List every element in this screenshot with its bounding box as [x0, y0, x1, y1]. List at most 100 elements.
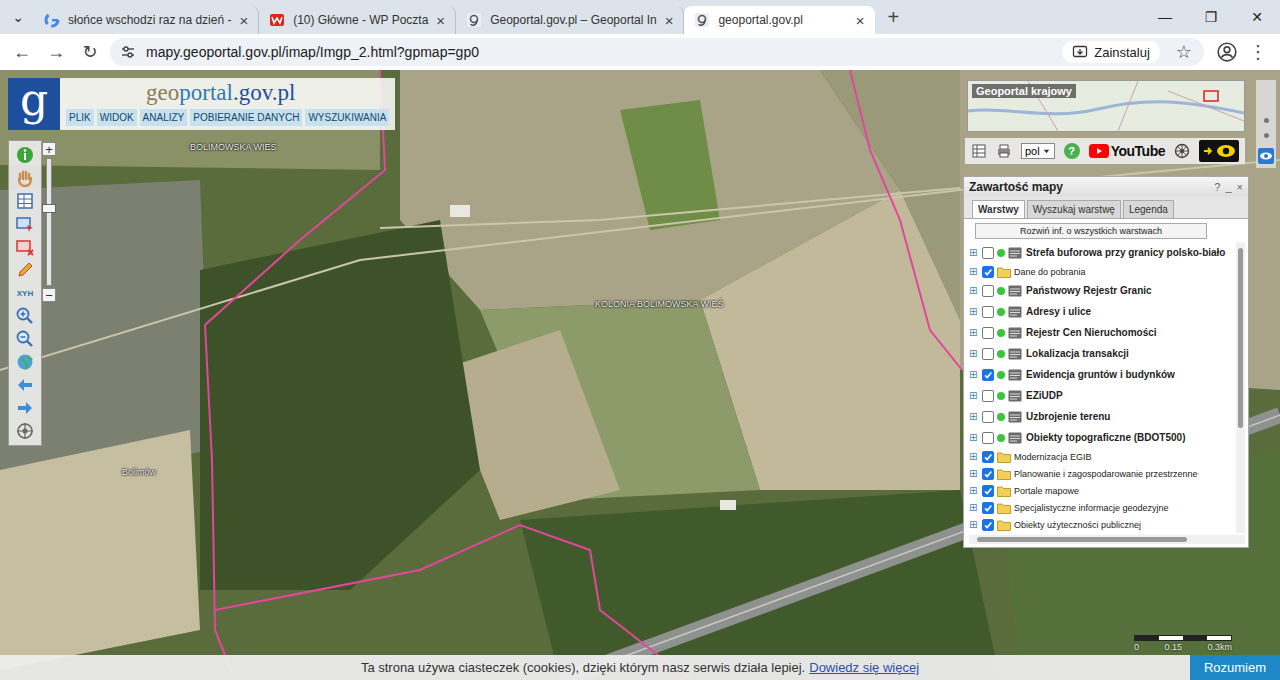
overview-map[interactable]: Geoportal krajowy: [967, 80, 1245, 132]
legend-table-icon[interactable]: [971, 143, 987, 159]
layer-row[interactable]: ⊞ Państwowy Rejestr Granic: [969, 280, 1236, 301]
layer-row[interactable]: ⊞ Portale mapowe: [969, 482, 1236, 499]
expand-layer-button[interactable]: ⊞: [969, 348, 979, 359]
window-control-button[interactable]: —: [1142, 0, 1188, 34]
accept-cookies-button[interactable]: Rozumiem: [1190, 655, 1280, 680]
layer-row[interactable]: ⊞ Uzbrojenie terenu: [969, 406, 1236, 427]
expand-layer-button[interactable]: ⊞: [969, 266, 979, 277]
clear-selection-icon[interactable]: [15, 237, 35, 257]
zoom-in-icon[interactable]: [15, 306, 35, 326]
logo-title[interactable]: geoportal.gov.pl: [66, 80, 391, 105]
browser-tab[interactable]: słońce wschodzi raz na dzień - ×: [34, 6, 259, 34]
layer-row[interactable]: ⊞ Obiekty użyteczności publicznej: [969, 516, 1236, 533]
expand-layer-button[interactable]: ⊞: [969, 327, 979, 338]
layer-row[interactable]: ⊞ Dane do pobrania: [969, 263, 1236, 280]
browser-tab[interactable]: Geoportal.gov.pl – Geoportal In ×: [456, 6, 684, 34]
layer-row[interactable]: ⊞ Specjalistyczne informacje geodezyjne: [969, 499, 1236, 516]
tab-close-button[interactable]: ×: [436, 12, 445, 29]
full-extent-icon[interactable]: [15, 421, 35, 441]
layer-row[interactable]: ⊞ Planowanie i zagospodarowanie przestrz…: [969, 465, 1236, 482]
layer-row[interactable]: ⊞ Obiekty topograficzne (BDOT500): [969, 427, 1236, 448]
expand-layer-button[interactable]: ⊞: [969, 247, 979, 258]
expand-layer-button[interactable]: ⊞: [969, 285, 979, 296]
layer-checkbox[interactable]: [982, 390, 994, 402]
menu-item[interactable]: WIDOK: [97, 109, 137, 126]
navigation-button[interactable]: ←: [8, 38, 36, 66]
url-text[interactable]: mapy.geoportal.gov.pl/imap/Imgp_2.html?g…: [146, 44, 479, 60]
language-select[interactable]: pol: [1021, 143, 1055, 159]
zoom-slider-thumb[interactable]: [42, 204, 56, 213]
window-control-button[interactable]: ❐: [1188, 0, 1234, 34]
expand-layer-button[interactable]: ⊞: [969, 468, 979, 479]
zoom-in-button[interactable]: +: [42, 142, 56, 156]
panel-tab[interactable]: Legenda: [1123, 200, 1174, 218]
expand-layer-button[interactable]: ⊞: [969, 390, 979, 401]
bookmark-button[interactable]: ☆: [1170, 41, 1198, 63]
expand-layer-button[interactable]: ⊞: [969, 432, 979, 443]
layer-checkbox[interactable]: [982, 411, 994, 423]
menu-item[interactable]: PLIK: [66, 109, 94, 126]
browser-menu-button[interactable]: ⋮: [1244, 38, 1272, 66]
expand-layer-button[interactable]: ⊞: [969, 306, 979, 317]
next-view-icon[interactable]: [15, 398, 35, 418]
coordinates-tool[interactable]: XYH: [15, 283, 35, 303]
map-viewport[interactable]: BOLIMOWSKA WIEŚKOLONIA BOLIMOWSKA WIEŚBo…: [0, 70, 1280, 680]
tab-close-button[interactable]: ×: [665, 12, 674, 29]
layer-row[interactable]: ⊞ Modernizacja EGIB: [969, 448, 1236, 465]
panel-control-button[interactable]: ?: [1214, 181, 1220, 193]
zoom-out-button[interactable]: −: [42, 288, 56, 302]
expand-all-button[interactable]: Rozwiń inf. o wszystkich warstwach: [975, 223, 1207, 239]
layer-row[interactable]: ⊞ Adresy i ulice: [969, 301, 1236, 322]
layer-checkbox[interactable]: [982, 519, 994, 531]
layer-checkbox[interactable]: [982, 327, 994, 339]
logo-mark[interactable]: g: [8, 78, 60, 130]
layer-checkbox[interactable]: [982, 468, 994, 480]
info-icon[interactable]: [15, 145, 35, 165]
pan-hand-icon[interactable]: [15, 168, 35, 188]
high-contrast-icon[interactable]: [1199, 140, 1239, 162]
zoom-slider[interactable]: [46, 158, 52, 286]
panel-control-button[interactable]: _: [1225, 181, 1231, 193]
layer-row[interactable]: ⊞ Strefa buforowa przy granicy polsko-bi…: [969, 242, 1236, 263]
navigation-button[interactable]: →: [42, 38, 70, 66]
select-area-icon[interactable]: [15, 214, 35, 234]
layer-row[interactable]: ⊞ Rejestr Cen Nieruchomości: [969, 322, 1236, 343]
print-icon[interactable]: [996, 143, 1012, 159]
layer-checkbox[interactable]: [982, 369, 994, 381]
expand-layer-button[interactable]: ⊞: [969, 369, 979, 380]
layer-row[interactable]: ⊞ Lokalizacja transakcji: [969, 343, 1236, 364]
vertical-scrollbar[interactable]: [1236, 242, 1245, 533]
new-tab-button[interactable]: +: [879, 3, 907, 31]
layer-row[interactable]: ⊞ EZiUDP: [969, 385, 1236, 406]
globe-icon[interactable]: [15, 352, 35, 372]
table-icon[interactable]: [15, 191, 35, 211]
panel-tab[interactable]: Warstwy: [972, 200, 1025, 218]
tab-close-button[interactable]: ×: [239, 12, 248, 29]
address-bar[interactable]: mapy.geoportal.gov.pl/imap/Imgp_2.html?g…: [110, 38, 1204, 66]
profile-icon[interactable]: [1216, 41, 1238, 63]
expand-layer-button[interactable]: ⊞: [969, 411, 979, 422]
previous-view-icon[interactable]: [15, 375, 35, 395]
help-button[interactable]: ?: [1064, 143, 1080, 159]
panel-tab[interactable]: Wyszukaj warstwę: [1027, 200, 1121, 218]
layer-checkbox[interactable]: [982, 451, 994, 463]
expand-layer-button[interactable]: ⊞: [969, 502, 979, 513]
pencil-icon[interactable]: [15, 260, 35, 280]
accessibility-wheel-icon[interactable]: [1174, 143, 1190, 159]
cookie-info-link[interactable]: Dowiedz się więcej: [809, 660, 919, 675]
layer-checkbox[interactable]: [982, 348, 994, 360]
panel-control-button[interactable]: ×: [1237, 181, 1243, 193]
horizontal-scrollbar[interactable]: [969, 535, 1245, 544]
layer-checkbox[interactable]: [982, 485, 994, 497]
expand-layer-button[interactable]: ⊞: [969, 451, 979, 462]
tab-search-button[interactable]: ⌄: [6, 5, 30, 29]
window-control-button[interactable]: ✕: [1234, 0, 1280, 34]
layer-checkbox[interactable]: [982, 432, 994, 444]
zoom-out-icon[interactable]: [15, 329, 35, 349]
layer-checkbox[interactable]: [982, 247, 994, 259]
layer-row[interactable]: ⊞ Ewidencja gruntów i budynków: [969, 364, 1236, 385]
visibility-icon[interactable]: [1258, 148, 1274, 164]
site-settings-icon[interactable]: [120, 44, 136, 60]
browser-tab[interactable]: (10) Główne - WP Poczta ×: [259, 6, 456, 34]
youtube-button[interactable]: YouTube: [1089, 143, 1165, 159]
